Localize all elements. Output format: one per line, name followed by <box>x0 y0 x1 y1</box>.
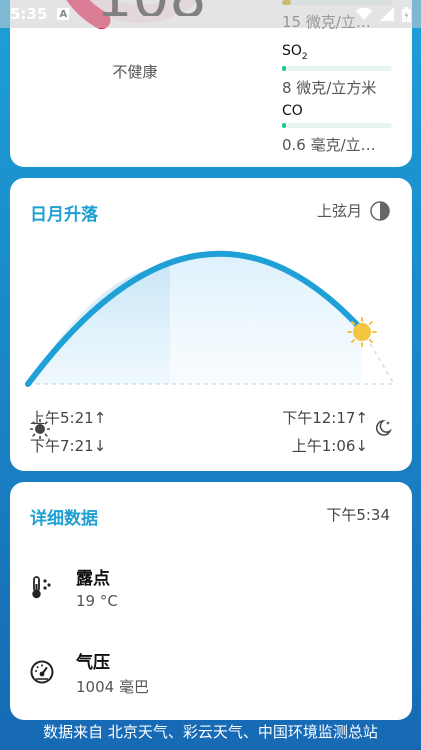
moonrise-time: 下午12:17↑ <box>282 409 368 427</box>
detail-label: 露点 <box>76 569 110 589</box>
sunrise-time: 上午5:21↑ <box>30 409 107 427</box>
pollutant-bar <box>282 123 392 128</box>
battery-icon <box>402 6 411 22</box>
pollutant-item: SO2 8 微克/立方米 <box>282 43 392 98</box>
moon-times: 下午12:17↑ 上午1:06↓ <box>282 404 368 460</box>
moon-icon <box>376 419 392 436</box>
sun-moon-arc <box>25 250 395 387</box>
moonset-time: 上午1:06↓ <box>291 437 368 455</box>
sun-times: 上午5:21↑ 下午7:21↓ <box>30 404 106 460</box>
pollutant-bar <box>282 65 392 71</box>
details-time: 下午5:34 <box>326 506 390 524</box>
data-source-footer: 数据来自 北京天气、彩云天气、中国环境监测总站 <box>43 723 378 741</box>
thermometer-icon <box>32 576 51 599</box>
aqi-status: 不健康 <box>112 63 158 81</box>
pollutant-name: SO2 <box>282 43 308 62</box>
detail-label: 气压 <box>76 653 110 673</box>
moon-path-area <box>28 266 170 384</box>
half-moon-icon <box>370 200 390 221</box>
moon-phase: 上弦月 <box>317 200 390 221</box>
status-time: 5:35 <box>10 5 48 23</box>
details-card[interactable]: 详细数据 下午5:34 露点 19 °C 气压 1004 毫巴 <box>10 482 412 720</box>
signal-icon <box>380 7 394 21</box>
gauge-icon <box>30 660 54 684</box>
moon-phase-label: 上弦月 <box>316 202 362 220</box>
status-icons <box>356 6 411 22</box>
pollutant-bar-fill <box>282 123 287 128</box>
detail-item-dew-point[interactable]: 露点 19 °C <box>30 564 390 614</box>
sunset-time: 下午7:21↓ <box>30 437 107 455</box>
sun-moon-title: 日月升落 <box>30 205 98 225</box>
detail-value: 1004 毫巴 <box>76 678 149 696</box>
notification-icon: A <box>57 8 70 20</box>
sun-moon-card[interactable]: 日月升落 上弦月 上午5:21↑ 下午7:21↓ 下午12:17↑ 上午1:06… <box>10 178 412 471</box>
status-bar: 5:35 A <box>0 0 421 28</box>
pollutant-bar-fill <box>282 65 287 71</box>
pollutant-value: 8 微克/立方米 <box>282 78 377 97</box>
detail-value: 19 °C <box>76 592 118 610</box>
pollutant-name: CO <box>282 103 303 119</box>
wifi-icon <box>356 7 372 20</box>
pollutant-value: 0.6 毫克/立… <box>282 136 376 154</box>
detail-item-pressure[interactable]: 气压 1004 毫巴 <box>30 648 390 698</box>
pollutant-item: CO 0.6 毫克/立… <box>282 103 392 155</box>
details-title: 详细数据 <box>30 509 98 529</box>
